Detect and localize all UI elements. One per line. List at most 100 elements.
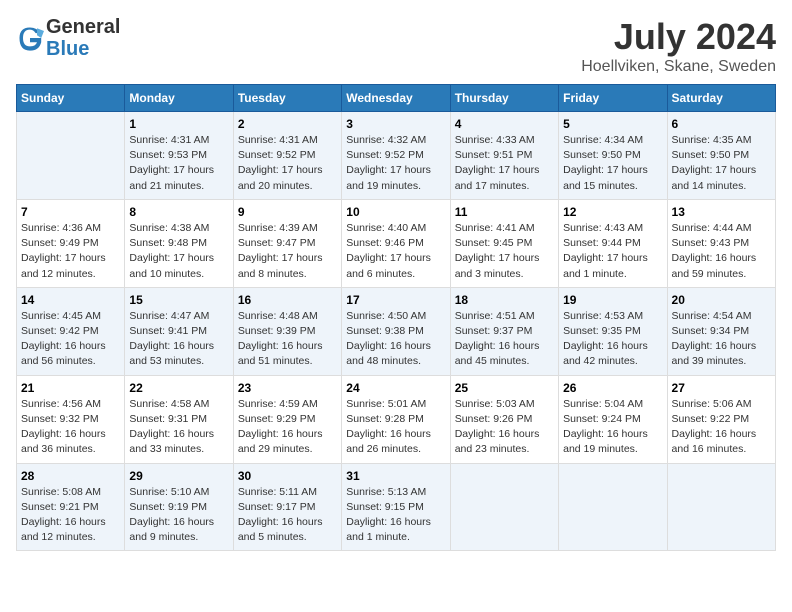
month-title: July 2024 [581, 16, 776, 58]
calendar-cell [450, 463, 558, 551]
logo: General Blue [16, 16, 120, 60]
calendar-cell: 14Sunrise: 4:45 AMSunset: 9:42 PMDayligh… [17, 287, 125, 375]
day-number: 18 [455, 293, 554, 307]
day-number: 19 [563, 293, 662, 307]
day-number: 24 [346, 381, 445, 395]
day-number: 3 [346, 117, 445, 131]
calendar-cell: 15 Sunrise: 4:47 AMSunset: 9:41 PMDayligh… [125, 287, 233, 375]
calendar-week-2: 7Sunrise: 4:36 AMSunset: 9:49 PMDaylight… [17, 199, 776, 287]
calendar-cell: 28 Sunrise: 5:08 AMSunset: 9:21 PMDayligh… [17, 463, 125, 551]
day-info: Sunrise: 4:35 AMSunset: 9:50 PMDaylight:… [672, 133, 771, 194]
day-info: Sunrise: 4:38 AMSunset: 9:48 PMDaylight:… [129, 221, 228, 282]
day-number: 22 [129, 381, 228, 395]
calendar-cell: 3Sunrise: 4:32 AMSunset: 9:52 PMDaylight… [342, 112, 450, 200]
calendar-cell: 20 Sunrise: 4:54 AMSunset: 9:34 PMDayligh… [667, 287, 775, 375]
day-info: Sunrise: 5:03 AMSunset: 9:26 PMDaylight:… [455, 397, 554, 458]
day-info: Sunrise: 4:36 AMSunset: 9:49 PMDaylight:… [21, 221, 120, 282]
day-number: 5 [563, 117, 662, 131]
day-number: 30 [238, 469, 337, 483]
calendar-cell: 30Sunrise: 5:11 AMSunset: 9:17 PMDayligh… [233, 463, 341, 551]
day-info: Sunrise: 5:10 AMSunset: 9:19 PMDaylight:… [129, 485, 228, 546]
day-info: Sunrise: 4:51 AMSunset: 9:37 PMDaylight:… [455, 309, 554, 370]
calendar-cell: 4 Sunrise: 4:33 AMSunset: 9:51 PMDaylight… [450, 112, 558, 200]
calendar-header: SundayMondayTuesdayWednesdayThursdayFrid… [17, 85, 776, 112]
day-info: Sunrise: 4:48 AMSunset: 9:39 PMDaylight:… [238, 309, 337, 370]
day-number: 8 [129, 205, 228, 219]
logo-icon [16, 24, 44, 52]
day-number: 11 [455, 205, 554, 219]
calendar-cell [17, 112, 125, 200]
calendar-cell: 17Sunrise: 4:50 AMSunset: 9:38 PMDayligh… [342, 287, 450, 375]
calendar-cell: 18 Sunrise: 4:51 AMSunset: 9:37 PMDayligh… [450, 287, 558, 375]
header-cell-wednesday: Wednesday [342, 85, 450, 112]
day-number: 17 [346, 293, 445, 307]
day-info: Sunrise: 4:45 AMSunset: 9:42 PMDaylight:… [21, 309, 120, 370]
day-number: 25 [455, 381, 554, 395]
calendar-cell: 12Sunrise: 4:43 AMSunset: 9:44 PMDayligh… [559, 199, 667, 287]
day-number: 20 [672, 293, 771, 307]
calendar-cell: 1 Sunrise: 4:31 AMSunset: 9:53 PMDaylight… [125, 112, 233, 200]
day-info: Sunrise: 4:31 AMSunset: 9:53 PMDaylight:… [129, 133, 228, 194]
location-title: Hoellviken, Skane, Sweden [581, 58, 776, 76]
day-info: Sunrise: 4:56 AMSunset: 9:32 PMDaylight:… [21, 397, 120, 458]
calendar-cell: 2 Sunrise: 4:31 AMSunset: 9:52 PMDaylight… [233, 112, 341, 200]
day-number: 21 [21, 381, 120, 395]
header-row: SundayMondayTuesdayWednesdayThursdayFrid… [17, 85, 776, 112]
day-info: Sunrise: 4:40 AMSunset: 9:46 PMDaylight:… [346, 221, 445, 282]
day-info: Sunrise: 4:53 AMSunset: 9:35 PMDaylight:… [563, 309, 662, 370]
day-info: Sunrise: 4:33 AMSunset: 9:51 PMDaylight:… [455, 133, 554, 194]
day-info: Sunrise: 5:01 AMSunset: 9:28 PMDaylight:… [346, 397, 445, 458]
day-info: Sunrise: 4:44 AMSunset: 9:43 PMDaylight:… [672, 221, 771, 282]
calendar-week-3: 14Sunrise: 4:45 AMSunset: 9:42 PMDayligh… [17, 287, 776, 375]
calendar-cell: 29 Sunrise: 5:10 AMSunset: 9:19 PMDayligh… [125, 463, 233, 551]
calendar-cell: 19 Sunrise: 4:53 AMSunset: 9:35 PMDayligh… [559, 287, 667, 375]
calendar-cell [667, 463, 775, 551]
day-info: Sunrise: 4:39 AMSunset: 9:47 PMDaylight:… [238, 221, 337, 282]
day-number: 27 [672, 381, 771, 395]
calendar-body: 1 Sunrise: 4:31 AMSunset: 9:53 PMDaylight… [17, 112, 776, 551]
header-cell-saturday: Saturday [667, 85, 775, 112]
day-info: Sunrise: 4:54 AMSunset: 9:34 PMDaylight:… [672, 309, 771, 370]
day-number: 2 [238, 117, 337, 131]
day-number: 6 [672, 117, 771, 131]
calendar-cell: 13Sunrise: 4:44 AMSunset: 9:43 PMDayligh… [667, 199, 775, 287]
calendar-cell: 5Sunrise: 4:34 AMSunset: 9:50 PMDaylight… [559, 112, 667, 200]
calendar-cell: 11Sunrise: 4:41 AMSunset: 9:45 PMDayligh… [450, 199, 558, 287]
calendar-cell: 16Sunrise: 4:48 AMSunset: 9:39 PMDayligh… [233, 287, 341, 375]
day-info: Sunrise: 4:47 AMSunset: 9:41 PMDaylight:… [129, 309, 228, 370]
logo-text: General Blue [46, 16, 120, 60]
header-cell-sunday: Sunday [17, 85, 125, 112]
day-info: Sunrise: 4:58 AMSunset: 9:31 PMDaylight:… [129, 397, 228, 458]
header-cell-thursday: Thursday [450, 85, 558, 112]
day-number: 31 [346, 469, 445, 483]
calendar-cell: 31 Sunrise: 5:13 AMSunset: 9:15 PMDayligh… [342, 463, 450, 551]
day-info: Sunrise: 5:13 AMSunset: 9:15 PMDaylight:… [346, 485, 445, 546]
calendar-cell: 6 Sunrise: 4:35 AMSunset: 9:50 PMDaylight… [667, 112, 775, 200]
day-info: Sunrise: 5:04 AMSunset: 9:24 PMDaylight:… [563, 397, 662, 458]
day-info: Sunrise: 5:08 AMSunset: 9:21 PMDaylight:… [21, 485, 120, 546]
calendar-cell: 26 Sunrise: 5:04 AMSunset: 9:24 PMDayligh… [559, 375, 667, 463]
day-info: Sunrise: 4:43 AMSunset: 9:44 PMDaylight:… [563, 221, 662, 282]
day-number: 10 [346, 205, 445, 219]
header-cell-friday: Friday [559, 85, 667, 112]
calendar-cell: 7Sunrise: 4:36 AMSunset: 9:49 PMDaylight… [17, 199, 125, 287]
calendar-cell: 24 Sunrise: 5:01 AMSunset: 9:28 PMDayligh… [342, 375, 450, 463]
calendar-cell: 9 Sunrise: 4:39 AMSunset: 9:47 PMDaylight… [233, 199, 341, 287]
day-number: 23 [238, 381, 337, 395]
day-number: 26 [563, 381, 662, 395]
day-info: Sunrise: 5:06 AMSunset: 9:22 PMDaylight:… [672, 397, 771, 458]
calendar-cell [559, 463, 667, 551]
day-number: 1 [129, 117, 228, 131]
day-number: 29 [129, 469, 228, 483]
day-number: 15 [129, 293, 228, 307]
day-info: Sunrise: 4:31 AMSunset: 9:52 PMDaylight:… [238, 133, 337, 194]
day-number: 28 [21, 469, 120, 483]
calendar-cell: 8 Sunrise: 4:38 AMSunset: 9:48 PMDaylight… [125, 199, 233, 287]
header-cell-tuesday: Tuesday [233, 85, 341, 112]
day-number: 4 [455, 117, 554, 131]
calendar-week-1: 1 Sunrise: 4:31 AMSunset: 9:53 PMDaylight… [17, 112, 776, 200]
calendar-table: SundayMondayTuesdayWednesdayThursdayFrid… [16, 84, 776, 551]
title-block: July 2024 Hoellviken, Skane, Sweden [581, 16, 776, 76]
calendar-cell: 25 Sunrise: 5:03 AMSunset: 9:26 PMDayligh… [450, 375, 558, 463]
day-number: 9 [238, 205, 337, 219]
